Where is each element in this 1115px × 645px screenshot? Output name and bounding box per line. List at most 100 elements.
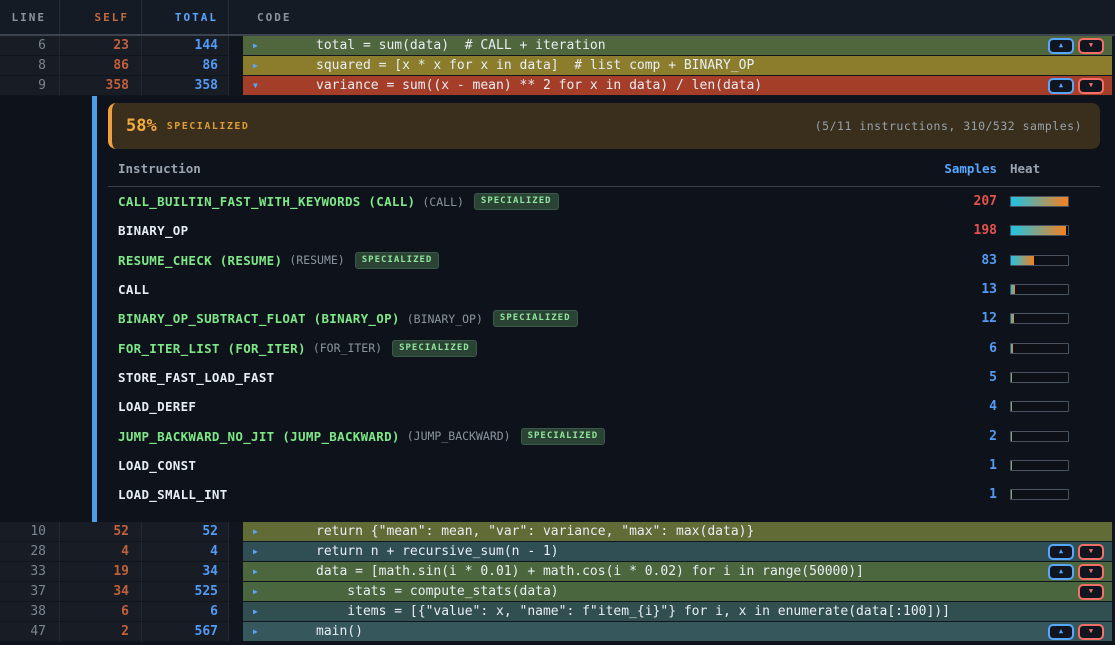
instruction-name-cell: JUMP_BACKWARD_NO_JIT (JUMP_BACKWARD) (JU…	[108, 428, 877, 445]
prev-hot-line-button[interactable]: ▲	[1048, 544, 1074, 560]
instruction-name-cell: FOR_ITER_LIST (FOR_ITER) (FOR_ITER) SPEC…	[108, 340, 877, 357]
samples-value: 13	[877, 282, 997, 297]
disclosure-triangle-icon[interactable]: ▶	[253, 62, 258, 70]
instruction-row: LOAD_DEREF SPECIALIZED 4	[108, 392, 1100, 421]
instruction-row: CALL SPECIALIZED 13	[108, 275, 1100, 304]
instruction-name-cell: LOAD_SMALL_INT SPECIALIZED	[108, 487, 877, 502]
code-cell[interactable]: ▶ squared = [x * x for x in data] # list…	[229, 56, 1115, 76]
total-value: 86	[142, 56, 229, 76]
instruction-name: CALL_BUILTIN_FAST_WITH_KEYWORDS (CALL)	[118, 194, 415, 209]
next-hot-line-button[interactable]: ▼	[1078, 38, 1104, 54]
self-value: 6	[60, 602, 142, 622]
disclosure-triangle-icon[interactable]: ▶	[253, 528, 258, 536]
prev-hot-line-button[interactable]: ▲	[1048, 38, 1074, 54]
heat-bar	[1010, 196, 1069, 207]
next-hot-line-button[interactable]: ▼	[1078, 544, 1104, 560]
code-line-row: 38 6 6 ▶ items = [{"value": x, "name": f…	[0, 602, 1115, 622]
instruction-row: RESUME_CHECK (RESUME) (RESUME) SPECIALIZ…	[108, 246, 1100, 275]
heat-cell	[997, 372, 1100, 383]
samples-value: 4	[877, 399, 997, 414]
specialized-badge: SPECIALIZED	[355, 252, 440, 269]
instruction-panel: 58% SPECIALIZED (5/11 instructions, 310/…	[108, 96, 1100, 522]
next-hot-line-button[interactable]: ▼	[1078, 564, 1104, 580]
instruction-name: LOAD_CONST	[118, 458, 196, 473]
samples-header: Samples	[877, 161, 997, 176]
prev-hot-line-button[interactable]: ▲	[1048, 78, 1074, 94]
instruction-name-cell: CALL_BUILTIN_FAST_WITH_KEYWORDS (CALL) (…	[108, 193, 877, 210]
next-hot-line-button[interactable]: ▼	[1078, 78, 1104, 94]
heat-cell	[997, 313, 1100, 324]
next-hot-line-button[interactable]: ▼	[1078, 624, 1104, 640]
instruction-name: RESUME_CHECK (RESUME)	[118, 253, 282, 268]
instruction-row: FOR_ITER_LIST (FOR_ITER) (FOR_ITER) SPEC…	[108, 333, 1100, 362]
heat-bar-fill	[1011, 226, 1066, 235]
self-value: 19	[60, 562, 142, 582]
specialized-badge: SPECIALIZED	[493, 310, 578, 327]
heat-bar	[1010, 255, 1069, 266]
code-column-header: CODE	[229, 0, 1115, 34]
heat-bar	[1010, 460, 1069, 471]
code-line-row: 33 19 34 ▶ data = [math.sin(i * 0.01) + …	[0, 562, 1115, 582]
code-heat-bar: ▶ return n + recursive_sum(n - 1) ▲ ▼	[243, 542, 1112, 561]
code-text: total = sum(data) # CALL + iteration	[243, 38, 606, 53]
prev-hot-line-button[interactable]: ▲	[1048, 624, 1074, 640]
heat-bar	[1010, 372, 1069, 383]
heat-bar-fill	[1011, 490, 1012, 499]
instruction-name: LOAD_DEREF	[118, 399, 196, 414]
specialized-badge: SPECIALIZED	[521, 428, 606, 445]
instruction-name-cell: BINARY_OP SPECIALIZED	[108, 223, 877, 238]
instruction-name: FOR_ITER_LIST (FOR_ITER)	[118, 341, 306, 356]
code-cell[interactable]: ▶ items = [{"value": x, "name": f"item_{…	[229, 602, 1115, 622]
heat-bar	[1010, 401, 1069, 412]
samples-value: 2	[877, 429, 997, 444]
instruction-name-cell: STORE_FAST_LOAD_FAST SPECIALIZED	[108, 370, 877, 385]
disclosure-triangle-icon[interactable]: ▼	[253, 82, 258, 90]
line-number: 6	[0, 36, 60, 56]
specialized-badge: SPECIALIZED	[392, 340, 477, 357]
disclosure-triangle-icon[interactable]: ▶	[253, 568, 258, 576]
prev-hot-line-button[interactable]: ▲	[1048, 564, 1074, 580]
instruction-name: BINARY_OP	[118, 223, 188, 238]
line-number: 33	[0, 562, 60, 582]
heat-bar-fill	[1011, 314, 1014, 323]
disclosure-triangle-icon[interactable]: ▶	[253, 588, 258, 596]
heat-bar-fill	[1011, 344, 1013, 353]
heat-bar	[1010, 313, 1069, 324]
disclosure-triangle-icon[interactable]: ▶	[253, 42, 258, 50]
total-value: 144	[142, 36, 229, 56]
instruction-name-cell: RESUME_CHECK (RESUME) (RESUME) SPECIALIZ…	[108, 252, 877, 269]
code-cell[interactable]: ▶ data = [math.sin(i * 0.01) + math.cos(…	[229, 562, 1115, 582]
code-text: data = [math.sin(i * 0.01) + math.cos(i …	[243, 564, 864, 579]
heat-cell	[997, 460, 1100, 471]
instruction-row: STORE_FAST_LOAD_FAST SPECIALIZED 5	[108, 363, 1100, 392]
code-line-row: 6 23 144 ▶ total = sum(data) # CALL + it…	[0, 36, 1115, 56]
code-cell[interactable]: ▶ return {"mean": mean, "var": variance,…	[229, 522, 1115, 542]
heat-bar-fill	[1011, 402, 1012, 411]
disclosure-triangle-icon[interactable]: ▶	[253, 628, 258, 636]
next-hot-line-button[interactable]: ▼	[1078, 584, 1104, 600]
self-value: 34	[60, 582, 142, 602]
instruction-generic-name: (FOR_ITER)	[313, 341, 382, 355]
code-heat-bar: ▶ items = [{"value": x, "name": f"item_{…	[243, 602, 1112, 621]
disclosure-triangle-icon[interactable]: ▶	[253, 548, 258, 556]
disclosure-triangle-icon[interactable]: ▶	[253, 608, 258, 616]
self-value: 86	[60, 56, 142, 76]
instruction-generic-name: (JUMP_BACKWARD)	[407, 429, 511, 443]
instruction-row: LOAD_SMALL_INT SPECIALIZED 1	[108, 480, 1100, 509]
nav-buttons: ▲ ▼	[1048, 544, 1104, 560]
samples-value: 12	[877, 311, 997, 326]
code-cell[interactable]: ▶ return n + recursive_sum(n - 1) ▲ ▼	[229, 542, 1115, 562]
table-header: LINE SELF TOTAL CODE	[0, 0, 1115, 36]
code-cell[interactable]: ▶ total = sum(data) # CALL + iteration ▲…	[229, 36, 1115, 56]
instruction-header: Instruction	[108, 161, 877, 176]
code-cell[interactable]: ▶ main() ▲ ▼	[229, 622, 1115, 642]
code-cell[interactable]: ▶ stats = compute_stats(data) ▲ ▼	[229, 582, 1115, 602]
code-heat-bar: ▼ variance = sum((x - mean) ** 2 for x i…	[243, 76, 1112, 95]
self-value: 52	[60, 522, 142, 542]
nav-buttons: ▲ ▼	[1048, 564, 1104, 580]
samples-value: 1	[877, 458, 997, 473]
code-line-row: 8 86 86 ▶ squared = [x * x for x in data…	[0, 56, 1115, 76]
total-value: 34	[142, 562, 229, 582]
code-cell[interactable]: ▼ variance = sum((x - mean) ** 2 for x i…	[229, 76, 1115, 96]
line-number: 28	[0, 542, 60, 562]
